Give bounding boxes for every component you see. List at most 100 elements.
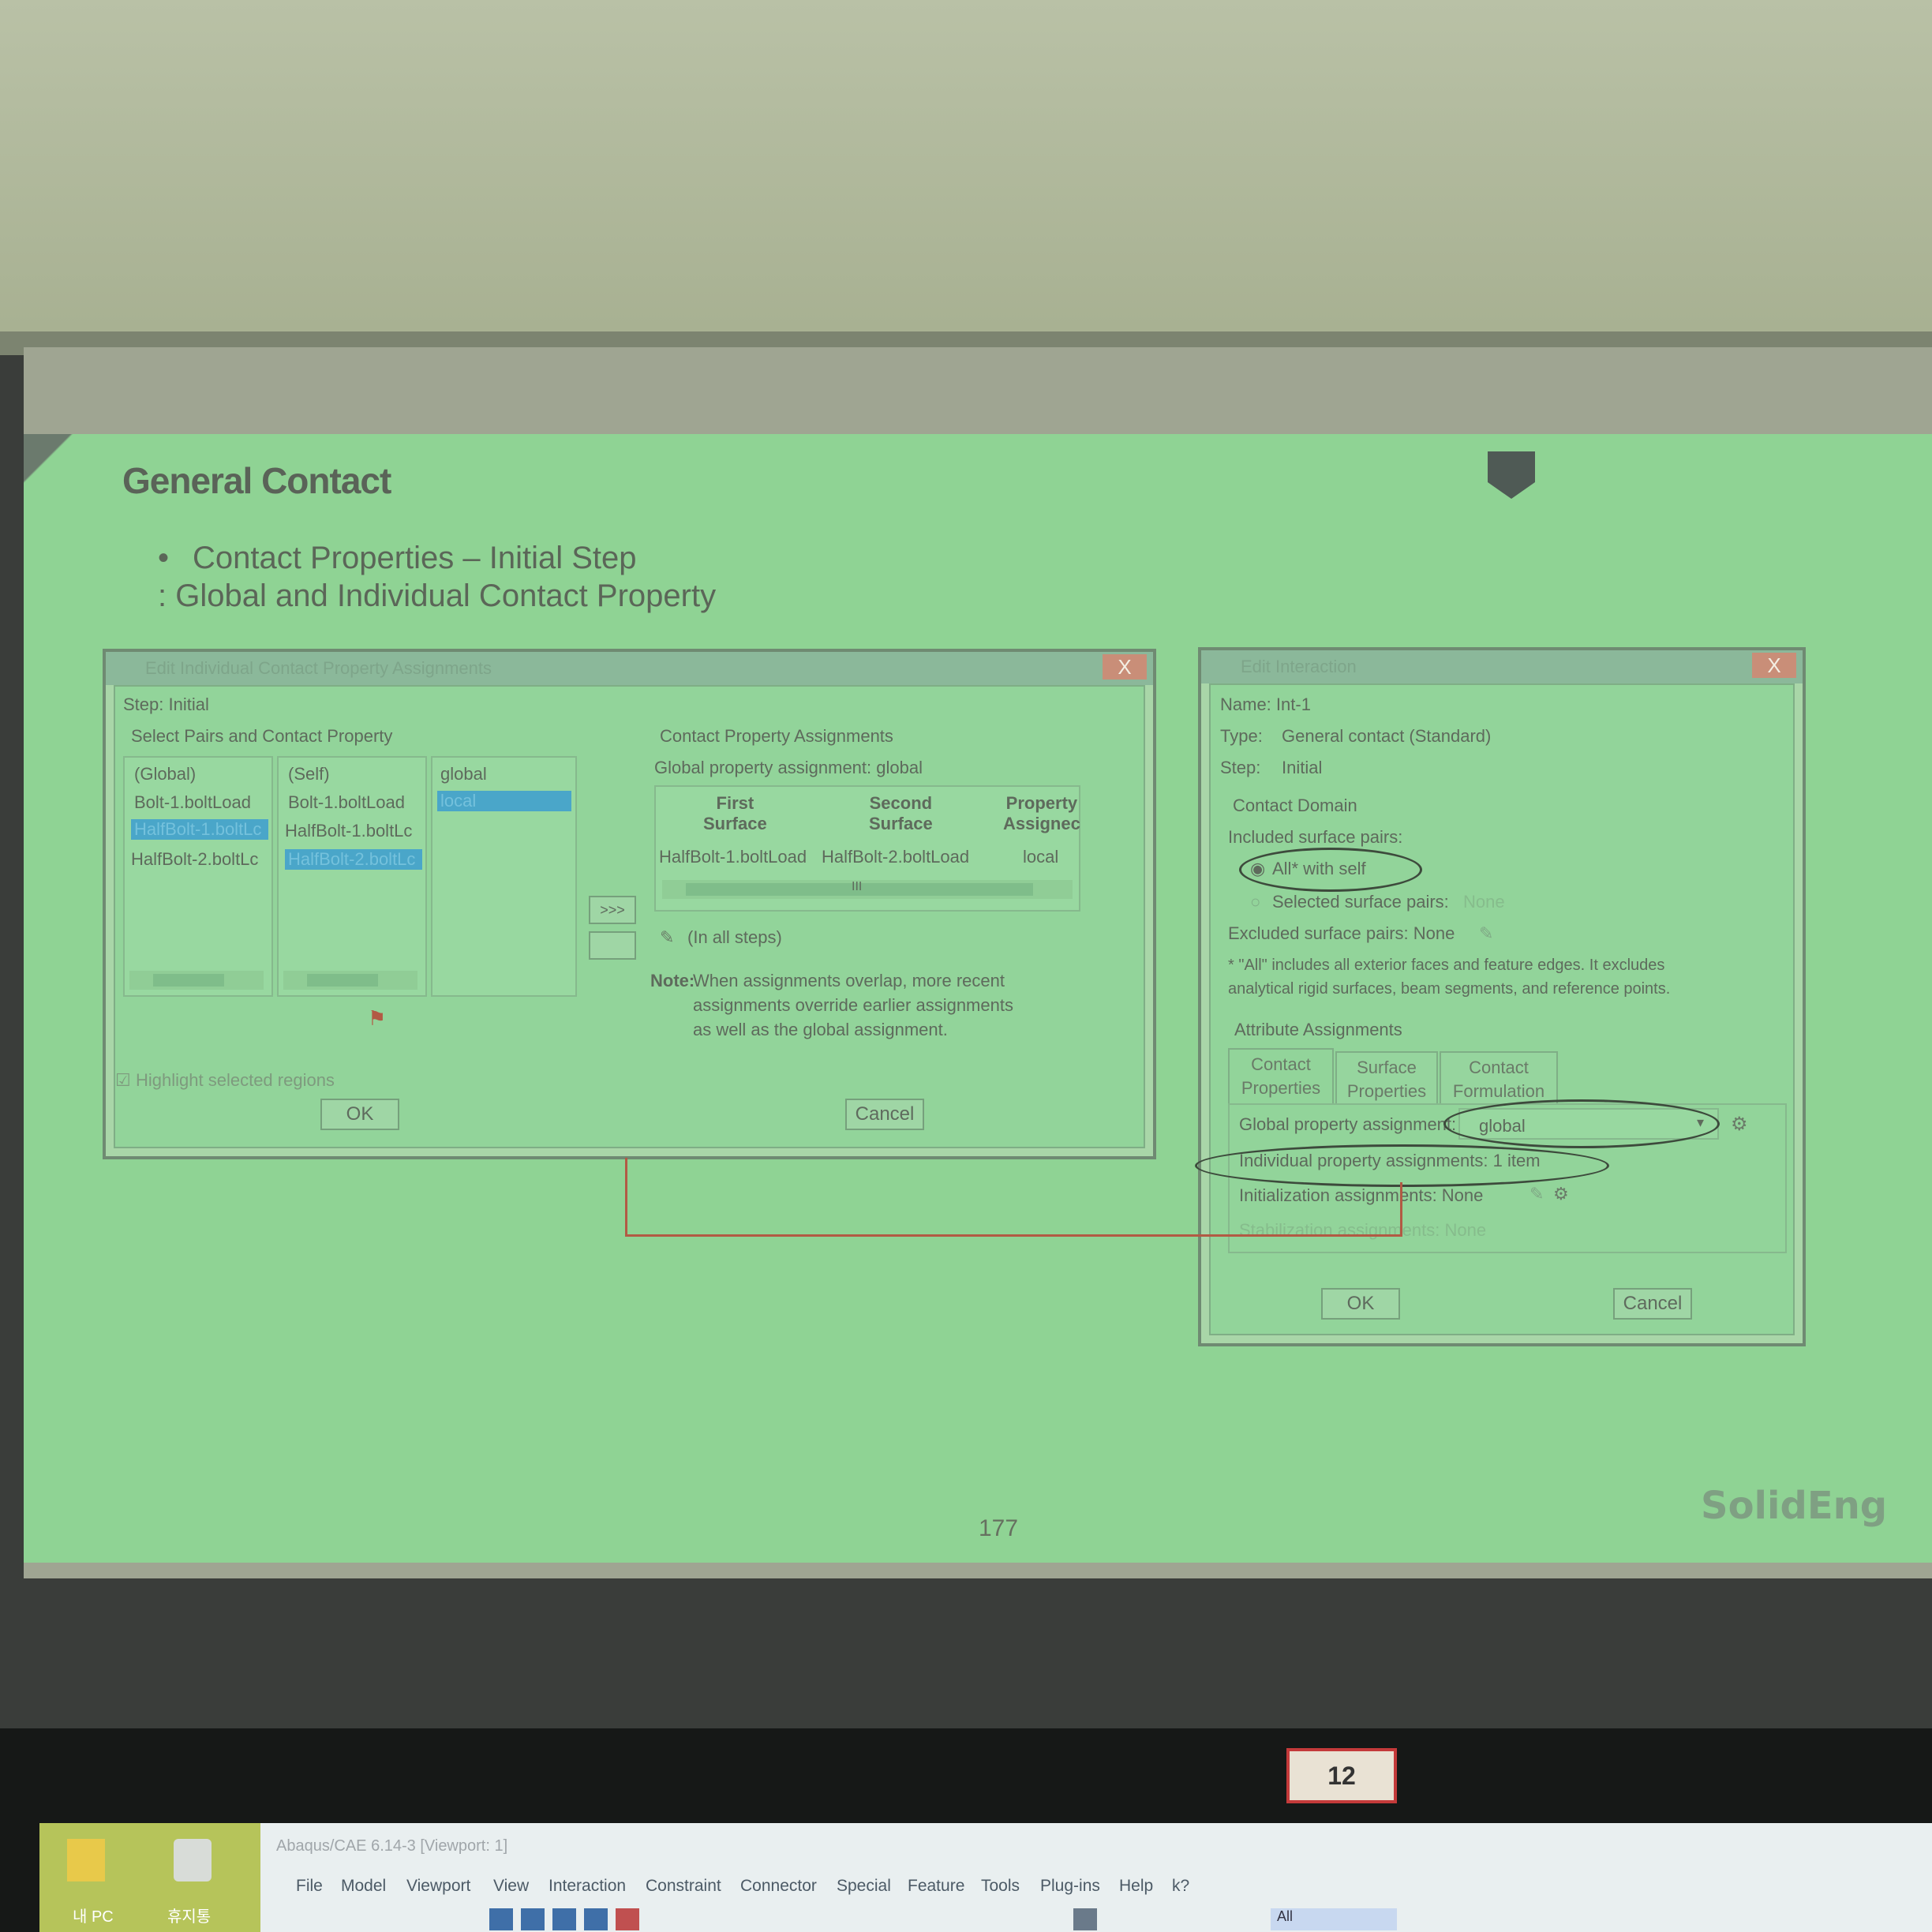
list-item[interactable]: (Self): [288, 764, 330, 784]
tab-contact-properties[interactable]: Contact Properties: [1228, 1048, 1334, 1105]
ok-button[interactable]: OK: [320, 1099, 399, 1130]
toolbar-icon[interactable]: [521, 1908, 545, 1930]
menu-plugins[interactable]: Plug-ins: [1040, 1877, 1100, 1896]
highlight-oval: [1443, 1099, 1720, 1148]
tab-label: Contact: [1251, 1054, 1311, 1074]
list-item[interactable]: HalfBolt-1.boltLc: [285, 821, 412, 841]
horizontal-scrollbar[interactable]: [129, 971, 264, 990]
horizontal-scrollbar[interactable]: III: [662, 880, 1073, 899]
pencil-icon[interactable]: ✎: [660, 927, 674, 948]
monitor-label: 12: [1286, 1748, 1397, 1803]
selection-filter[interactable]: All: [1271, 1908, 1397, 1930]
connector-line: [1400, 1182, 1402, 1237]
edit-individual-contact-dialog: Edit Individual Contact Property Assignm…: [103, 649, 1156, 1159]
menu-model[interactable]: Model: [341, 1877, 386, 1896]
list-item-selected[interactable]: HalfBolt-1.boltLc: [131, 819, 268, 840]
dialog-body: Step: Initial Select Pairs and Contact P…: [114, 685, 1145, 1148]
table-header: Second Surface: [869, 793, 933, 833]
menu-help[interactable]: Help: [1119, 1877, 1153, 1896]
list-item[interactable]: Bolt-1.boltLoad: [134, 792, 251, 813]
edit-pencil-icon[interactable]: ✎: [1530, 1184, 1544, 1204]
table-header: Property Assignec: [1003, 793, 1080, 833]
cancel-button[interactable]: Cancel: [845, 1099, 924, 1130]
list-item[interactable]: global: [440, 764, 487, 784]
dialog-body: Name: Int-1 Type: General contact (Stand…: [1195, 683, 1795, 1335]
manager-icon[interactable]: ⚙: [1553, 1184, 1569, 1204]
close-button[interactable]: X: [1103, 654, 1147, 680]
list-item-selected[interactable]: HalfBolt-2.boltLc: [285, 849, 422, 870]
list-item-selected[interactable]: local: [437, 791, 571, 811]
toolbar-icon[interactable]: [616, 1908, 639, 1930]
stabilization-text: Stabilization assignments: None: [1239, 1220, 1487, 1240]
note-label: Note:: [650, 971, 695, 990]
table-header: First Surface: [703, 793, 767, 833]
desktop-icon-label: 내 PC: [73, 1908, 114, 1926]
radio-selected-icon[interactable]: ○: [1250, 892, 1260, 912]
tab-surface-properties[interactable]: Surface Properties: [1335, 1051, 1438, 1105]
note-line: assignments override earlier assignments: [693, 995, 1013, 1015]
tab-label: Properties: [1346, 1081, 1427, 1101]
edit-pencil-icon[interactable]: ✎: [1479, 923, 1493, 944]
dialog-titlebar[interactable]: Edit Interaction: [1201, 650, 1803, 683]
page-number: 177: [979, 1515, 1019, 1541]
table-cell[interactable]: local: [1023, 847, 1058, 867]
assignments-table[interactable]: First Surface Second Surface Property As…: [654, 785, 1080, 912]
dialog-titlebar[interactable]: Edit Individual Contact Property Assignm…: [106, 652, 1153, 685]
highlight-oval: [1239, 848, 1422, 892]
ok-button[interactable]: OK: [1321, 1288, 1400, 1320]
property-list[interactable]: global local: [431, 756, 577, 997]
first-surface-list[interactable]: (Global) Bolt-1.boltLoad HalfBolt-1.bolt…: [123, 756, 273, 997]
toolbar-icon[interactable]: [584, 1908, 608, 1930]
note-line: as well as the global assignment.: [693, 1020, 948, 1039]
tab-label: Surface: [1357, 1058, 1417, 1077]
footnote-line: * "All" includes all exterior faces and …: [1228, 957, 1665, 974]
cancel-button[interactable]: Cancel: [1613, 1288, 1692, 1320]
slide-title: General Contact: [122, 460, 391, 501]
menu-connector[interactable]: Connector: [740, 1877, 817, 1896]
toolbar-icon[interactable]: [1073, 1908, 1097, 1930]
menu-feature[interactable]: Feature: [908, 1877, 964, 1896]
presentation-slide: General Contact • Contact Properties – In…: [24, 434, 1932, 1563]
recycle-bin-icon[interactable]: [174, 1839, 212, 1881]
list-item[interactable]: Bolt-1.boltLoad: [288, 792, 405, 813]
slide-bullet: • Contact Properties – Initial Step: [158, 541, 637, 576]
connector-line: [625, 1158, 627, 1237]
menu-view[interactable]: View: [493, 1877, 529, 1896]
type-value: General contact (Standard): [1282, 726, 1492, 746]
tab-label: Contact: [1469, 1058, 1529, 1077]
name-field: Name: Int-1: [1220, 695, 1311, 714]
in-all-steps: (In all steps): [687, 927, 782, 947]
menu-constraint[interactable]: Constraint: [646, 1877, 721, 1896]
menu-special[interactable]: Special: [837, 1877, 891, 1896]
list-item[interactable]: (Global): [134, 764, 196, 784]
second-surface-list[interactable]: (Self) Bolt-1.boltLoad HalfBolt-1.boltLc…: [277, 756, 427, 997]
close-button[interactable]: X: [1752, 653, 1796, 678]
folder-icon[interactable]: [67, 1839, 105, 1881]
selection-filter-value: All: [1277, 1908, 1294, 1924]
horizontal-scrollbar[interactable]: [283, 971, 417, 990]
highlight-checkbox[interactable]: ☑: [115, 1070, 131, 1091]
menu-interaction[interactable]: Interaction: [549, 1877, 626, 1896]
flag-icon[interactable]: ⚑: [368, 1006, 386, 1031]
table-cell[interactable]: HalfBolt-2.boltLoad: [822, 847, 969, 867]
menu-tools[interactable]: Tools: [981, 1877, 1020, 1896]
list-item[interactable]: HalfBolt-2.boltLc: [131, 849, 258, 870]
highlight-oval: [1195, 1144, 1609, 1187]
add-assignment-button[interactable]: >>>: [589, 896, 636, 924]
table-cell[interactable]: HalfBolt-1.boltLoad: [659, 847, 807, 867]
menu-file[interactable]: File: [296, 1877, 323, 1896]
desktop-icon-label: 휴지통: [167, 1908, 212, 1926]
highlight-label: Highlight selected regions: [136, 1070, 335, 1090]
note-line: When assignments overlap, more recent: [693, 971, 1005, 990]
toolbar-icon[interactable]: [489, 1908, 513, 1930]
context-help-icon[interactable]: k?: [1172, 1877, 1189, 1896]
remove-assignment-button[interactable]: [589, 931, 636, 960]
tab-contact-formulation[interactable]: Contact Formulation: [1440, 1051, 1558, 1105]
connector-line: [625, 1234, 1402, 1237]
toolbar-icon[interactable]: [552, 1908, 576, 1930]
menu-viewport[interactable]: Viewport: [406, 1877, 470, 1896]
contact-domain-label: Contact Domain: [1233, 796, 1357, 815]
selected-pairs-value: None: [1463, 892, 1505, 912]
property-manager-icon[interactable]: ⚙: [1731, 1113, 1748, 1136]
assignments-label: Contact Property Assignments: [660, 726, 893, 746]
